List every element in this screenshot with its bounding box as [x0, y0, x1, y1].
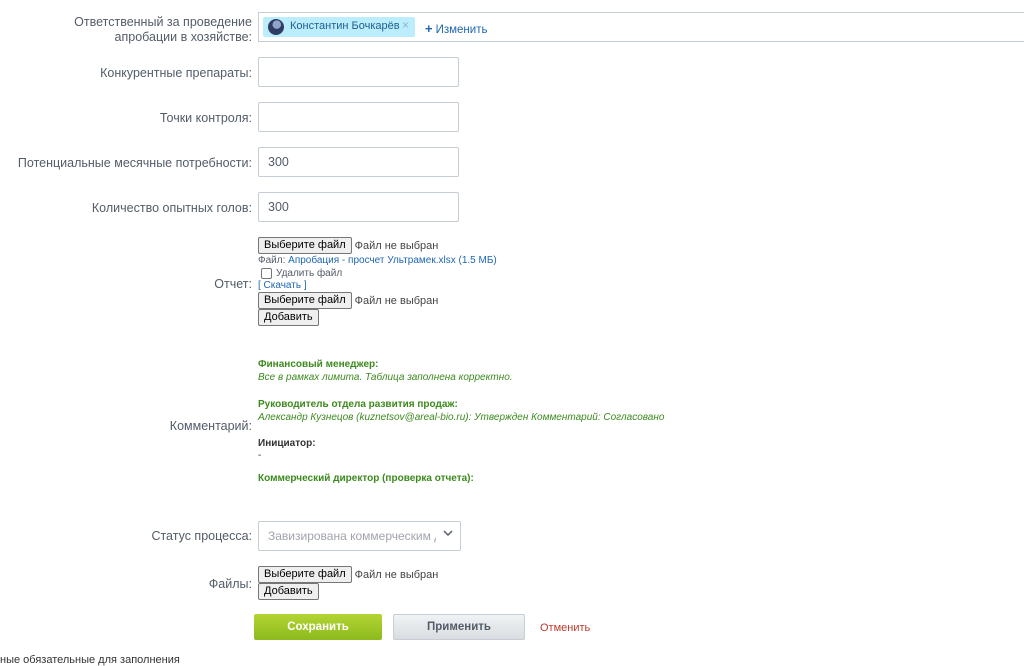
report-add-button[interactable]: Добавить	[258, 309, 319, 327]
comment-text: Александр Кузнецов (kuznetsov@areal-bio.…	[258, 412, 665, 423]
comment-block: Финансовый менеджер: Все в рамках лимита…	[258, 359, 1018, 484]
responsible-field[interactable]: Константин Бочкарёв × + Изменить	[258, 12, 1024, 42]
files-block: Выберите файл Файл не выбран Добавить	[258, 566, 658, 601]
files-no-file-text: Файл не выбран	[354, 568, 439, 581]
change-label: Изменить	[435, 24, 488, 36]
comment-text: Все в рамках лимита. Таблица заполнена к…	[258, 372, 513, 383]
report-label: Отчет:	[214, 277, 252, 291]
comment-role: Коммерческий директор (проверка отчета):	[258, 473, 474, 484]
report-choose-file-button[interactable]: Выберите файл	[258, 237, 352, 255]
comment-role: Финансовый менеджер:	[258, 359, 379, 370]
report-block: Выберите файл Файл не выбран Файл: Апроба…	[258, 237, 658, 327]
monthly-needs-input[interactable]: 300	[258, 147, 459, 177]
report-no-file-text: Файл не выбран	[354, 239, 439, 252]
avatar	[268, 19, 284, 35]
remove-user-icon[interactable]: ×	[402, 18, 409, 32]
comment-role: Руководитель отдела развития продаж:	[258, 399, 458, 410]
comment-text: -	[258, 450, 262, 461]
plus-icon: +	[425, 21, 433, 36]
files-label: Файлы:	[208, 577, 252, 591]
competitors-label: Конкурентные препараты:	[100, 66, 252, 80]
files-choose-file-button[interactable]: Выберите файл	[258, 566, 352, 584]
required-footnote: ные обязательные для заполнения	[0, 654, 180, 666]
report-choose-file-button-2[interactable]: Выберите файл	[258, 292, 352, 310]
heads-input[interactable]: 300	[258, 192, 459, 222]
file-prefix: Файл:	[258, 255, 286, 266]
files-add-button[interactable]: Добавить	[258, 583, 319, 601]
save-button[interactable]: Сохранить	[254, 614, 382, 640]
apply-button[interactable]: Применить	[393, 614, 525, 640]
heads-label: Количество опытных голов:	[91, 201, 252, 215]
download-link[interactable]: [ Скачать ]	[258, 280, 658, 291]
comment-role: Инициатор:	[258, 438, 316, 449]
user-name: Константин Бочкарёв	[290, 20, 400, 32]
status-label: Статус процесса:	[151, 529, 252, 543]
competitors-input[interactable]	[258, 57, 459, 87]
monthly-needs-label: Потенциальные месячные потребности:	[17, 156, 252, 170]
delete-file-checkbox[interactable]	[261, 268, 272, 279]
cancel-link[interactable]: Отменить	[540, 622, 590, 634]
comment-label: Комментарий:	[169, 419, 252, 433]
control-points-label: Точки контроля:	[159, 111, 252, 125]
chevron-down-icon	[436, 522, 460, 550]
report-no-file-text-2: Файл не выбран	[354, 294, 439, 307]
responsible-label: Ответственный за проведение апробации в …	[74, 15, 252, 44]
delete-file-label: Удалить файл	[276, 268, 343, 280]
change-responsible-link[interactable]: + Изменить	[425, 21, 487, 36]
report-file-link[interactable]: Апробация - просчет Ультрамек.xlsx (1.5 …	[288, 255, 497, 266]
status-value: Завизирована коммерческим ди	[268, 529, 448, 543]
user-chip[interactable]: Константин Бочкарёв ×	[263, 17, 415, 37]
control-points-input[interactable]	[258, 102, 459, 132]
status-select[interactable]: Завизирована коммерческим ди	[258, 521, 461, 551]
